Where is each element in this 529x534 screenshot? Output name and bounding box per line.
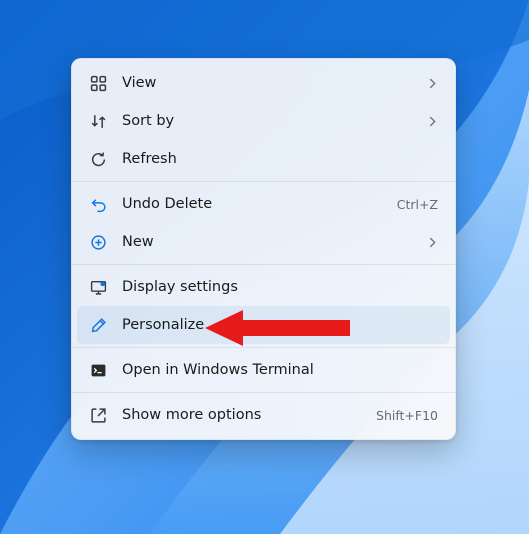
menu-item-undo-delete[interactable]: Undo Delete Ctrl+Z [77, 185, 450, 223]
menu-item-refresh[interactable]: Refresh [77, 140, 450, 178]
view-icon [89, 74, 107, 92]
show-more-icon [89, 406, 107, 424]
chevron-right-icon [427, 78, 438, 89]
menu-separator [72, 347, 455, 348]
undo-icon [89, 195, 107, 213]
menu-item-label: Personalize [122, 317, 438, 333]
menu-item-display-settings[interactable]: Display settings [77, 268, 450, 306]
refresh-icon [89, 150, 107, 168]
menu-shortcut: Shift+F10 [376, 408, 438, 423]
new-icon [89, 233, 107, 251]
menu-item-personalize[interactable]: Personalize [77, 306, 450, 344]
desktop-context-menu: View Sort by Refresh [71, 58, 456, 440]
menu-item-label: Display settings [122, 279, 438, 295]
menu-item-label: Undo Delete [122, 196, 397, 212]
menu-separator [72, 264, 455, 265]
menu-item-view[interactable]: View [77, 64, 450, 102]
terminal-icon [89, 361, 107, 379]
menu-item-label: Open in Windows Terminal [122, 362, 438, 378]
menu-item-open-terminal[interactable]: Open in Windows Terminal [77, 351, 450, 389]
personalize-icon [89, 316, 107, 334]
menu-item-show-more-options[interactable]: Show more options Shift+F10 [77, 396, 450, 434]
menu-item-label: New [122, 234, 427, 250]
menu-item-label: Refresh [122, 151, 438, 167]
chevron-right-icon [427, 237, 438, 248]
menu-item-label: Show more options [122, 407, 376, 423]
menu-item-label: Sort by [122, 113, 427, 129]
menu-item-new[interactable]: New [77, 223, 450, 261]
menu-item-label: View [122, 75, 427, 91]
sort-icon [89, 112, 107, 130]
menu-shortcut: Ctrl+Z [397, 197, 438, 212]
display-settings-icon [89, 278, 107, 296]
menu-separator [72, 392, 455, 393]
chevron-right-icon [427, 116, 438, 127]
menu-separator [72, 181, 455, 182]
menu-item-sort-by[interactable]: Sort by [77, 102, 450, 140]
